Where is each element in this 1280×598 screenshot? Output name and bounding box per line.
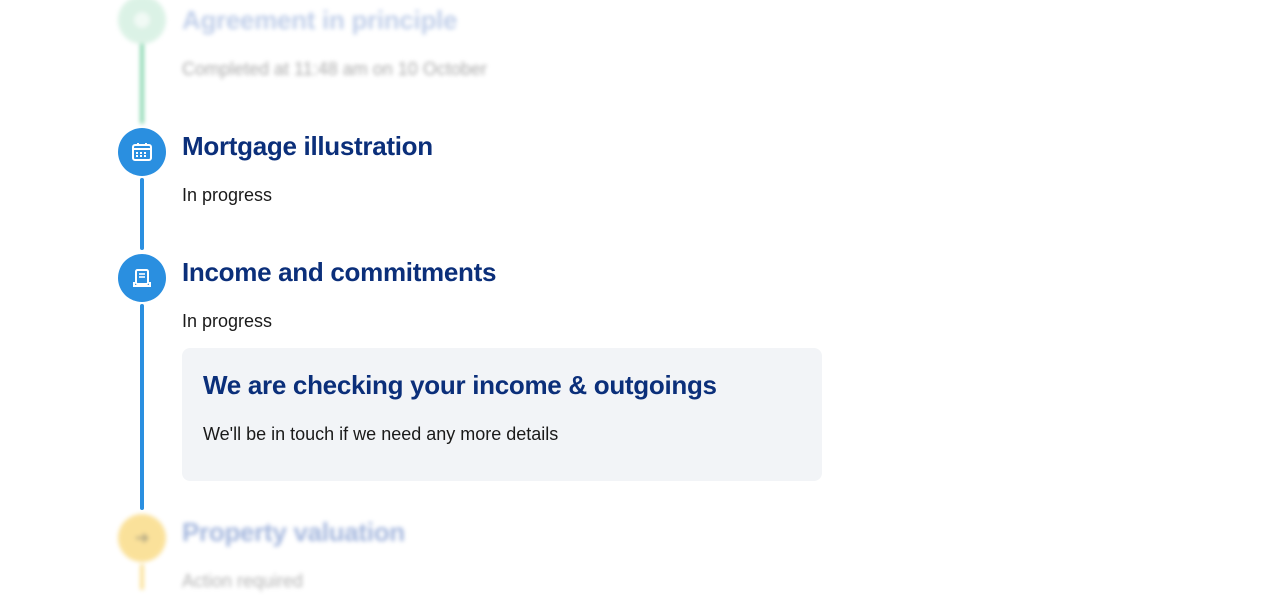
step-title: Mortgage illustration — [182, 131, 433, 161]
timeline-connector — [140, 564, 144, 590]
step-title: Agreement in principle — [182, 5, 458, 35]
document-icon — [118, 254, 166, 302]
step-status: In progress — [182, 311, 273, 331]
calendar-icon — [118, 128, 166, 176]
card-title: We are checking your income & outgoings — [203, 370, 717, 400]
card-body: We'll be in touch if we need any more de… — [203, 424, 559, 444]
step-status: In progress — [182, 185, 273, 205]
timeline-connector — [140, 304, 144, 510]
application-progress-timeline: Agreement in principle Completed at 11:4… — [0, 0, 1280, 598]
step-title: Property valuation — [182, 517, 405, 547]
step-status: Action required — [182, 571, 304, 591]
check-icon — [118, 0, 166, 44]
step-title: Income and commitments — [182, 257, 497, 287]
step-status: Completed at 11:48 am on 10 October — [182, 59, 487, 79]
arrow-right-icon — [118, 514, 166, 562]
income-check-info-card: We are checking your income & outgoings … — [182, 348, 822, 481]
timeline-connector — [140, 178, 144, 250]
timeline-connector-completed — [140, 38, 144, 124]
